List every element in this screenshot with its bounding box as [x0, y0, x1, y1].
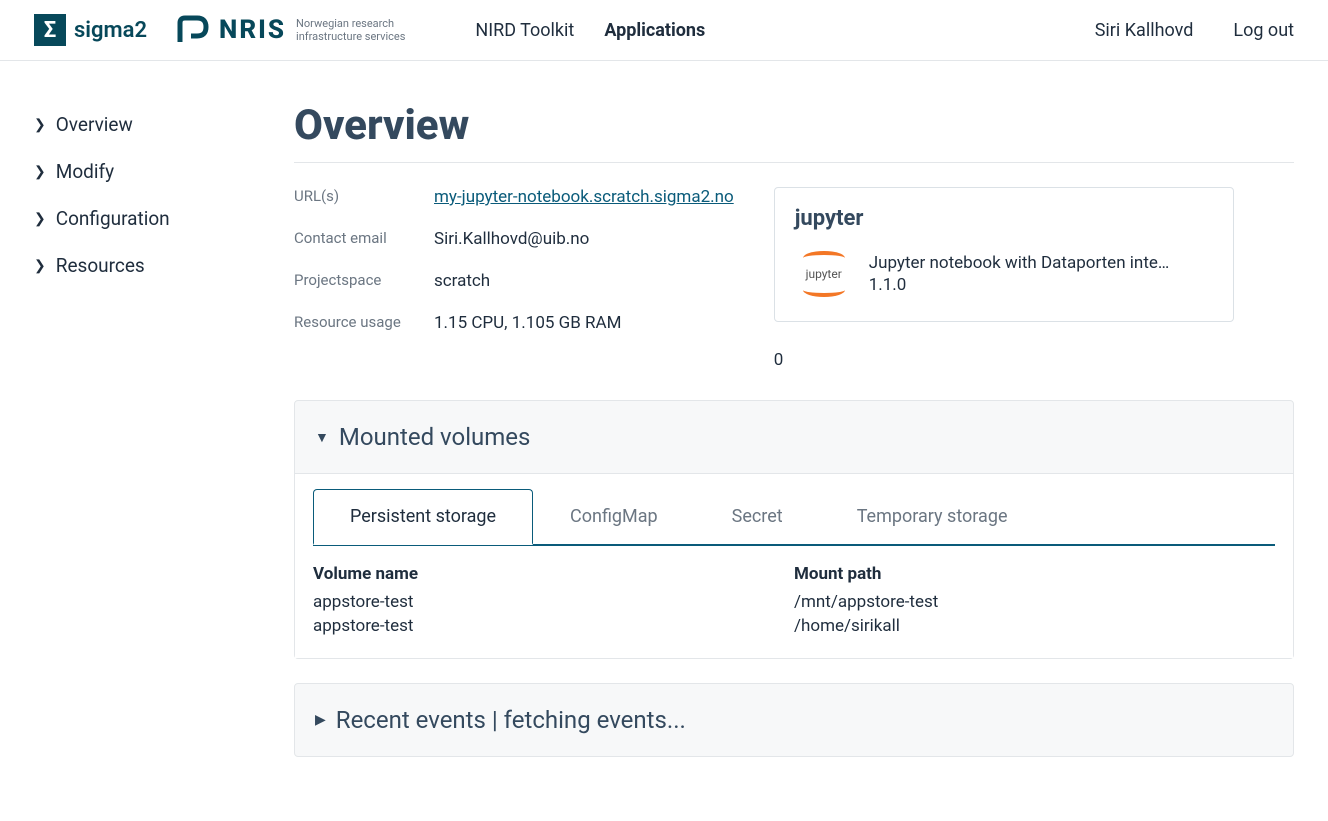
recent-events-header[interactable]: ▶ Recent events | fetching events... — [295, 684, 1293, 756]
resource-usage-label: Resource usage — [294, 313, 424, 333]
package-description: Jupyter notebook with Dataporten inte… — [869, 253, 1170, 273]
jupyter-icon: jupyter — [795, 245, 853, 303]
triangle-right-icon: ▶ — [315, 712, 326, 728]
nav-applications[interactable]: Applications — [604, 20, 705, 41]
recent-events-panel: ▶ Recent events | fetching events... — [294, 683, 1294, 757]
sigma-icon: Σ — [34, 14, 66, 46]
tab-persistent-storage[interactable]: Persistent storage — [313, 489, 533, 545]
sidebar-item-overview[interactable]: ❯ Overview — [34, 101, 254, 148]
main-content: Overview URL(s) my-jupyter-notebook.scra… — [294, 101, 1294, 781]
app-url-link[interactable]: my-jupyter-notebook.scratch.sigma2.no — [434, 187, 734, 207]
summary-fields: URL(s) my-jupyter-notebook.scratch.sigma… — [294, 187, 734, 333]
sidebar-item-label: Modify — [56, 160, 114, 183]
table-cell: appstore-test — [313, 592, 794, 612]
sidebar-item-label: Overview — [56, 113, 133, 136]
package-name: jupyter — [795, 206, 1213, 231]
brand1-text: sigma2 — [74, 18, 147, 43]
page-title: Overview — [294, 101, 1294, 163]
package-card[interactable]: jupyter jupyter Jupyter notebook with Da… — [774, 187, 1234, 322]
triangle-down-icon: ▼ — [315, 429, 329, 446]
user-name[interactable]: Siri Kallhovd — [1095, 20, 1194, 41]
volume-table: Volume name Mount path appstore-test /mn… — [313, 546, 1275, 640]
nav-nird-toolkit[interactable]: NIRD Toolkit — [475, 20, 574, 41]
brand2-text: NRIS — [219, 15, 286, 45]
package-extra-count: 0 — [774, 350, 1234, 370]
sidebar-item-label: Resources — [56, 254, 145, 277]
sidebar-item-modify[interactable]: ❯ Modify — [34, 148, 254, 195]
sidebar-item-configuration[interactable]: ❯ Configuration — [34, 195, 254, 242]
email-label: Contact email — [294, 229, 424, 249]
package-version: 1.1.0 — [869, 275, 1170, 295]
top-nav: NIRD Toolkit Applications — [475, 20, 705, 41]
col-mount-path: Mount path — [794, 564, 1275, 584]
tab-temporary-storage[interactable]: Temporary storage — [820, 489, 1045, 545]
projectspace-value: scratch — [434, 271, 734, 291]
logo-nris[interactable]: NRIS Norwegian research infrastructure s… — [177, 15, 405, 45]
resource-usage-value: 1.15 CPU, 1.105 GB RAM — [434, 313, 734, 333]
top-bar: Σ sigma2 NRIS Norwegian research infrast… — [0, 0, 1328, 61]
nris-icon — [177, 15, 209, 45]
table-cell: /home/sirikall — [794, 616, 1275, 636]
mounted-volumes-header[interactable]: ▼ Mounted volumes — [295, 401, 1293, 473]
tab-secret[interactable]: Secret — [695, 489, 820, 545]
table-cell: /mnt/appstore-test — [794, 592, 1275, 612]
logo-sigma2[interactable]: Σ sigma2 — [34, 14, 147, 46]
chevron-right-icon: ❯ — [34, 164, 46, 180]
volume-tabs: Persistent storage ConfigMap Secret Temp… — [313, 488, 1275, 546]
chevron-right-icon: ❯ — [34, 258, 46, 274]
col-volume-name: Volume name — [313, 564, 794, 584]
logout-link[interactable]: Log out — [1233, 20, 1294, 41]
sidebar: ❯ Overview ❯ Modify ❯ Configuration ❯ Re… — [34, 101, 254, 781]
mounted-volumes-title: Mounted volumes — [339, 423, 531, 451]
mounted-volumes-panel: ▼ Mounted volumes Persistent storage Con… — [294, 400, 1294, 659]
brand2-sub: Norwegian research infrastructure servic… — [296, 17, 405, 43]
recent-events-title: Recent events | fetching events... — [336, 706, 686, 734]
sidebar-item-resources[interactable]: ❯ Resources — [34, 242, 254, 289]
email-value: Siri.Kallhovd@uib.no — [434, 229, 734, 249]
urls-label: URL(s) — [294, 187, 424, 207]
tab-configmap[interactable]: ConfigMap — [533, 489, 695, 545]
chevron-right-icon: ❯ — [34, 211, 46, 227]
sidebar-item-label: Configuration — [56, 207, 170, 230]
table-cell: appstore-test — [313, 616, 794, 636]
projectspace-label: Projectspace — [294, 271, 424, 291]
chevron-right-icon: ❯ — [34, 117, 46, 133]
